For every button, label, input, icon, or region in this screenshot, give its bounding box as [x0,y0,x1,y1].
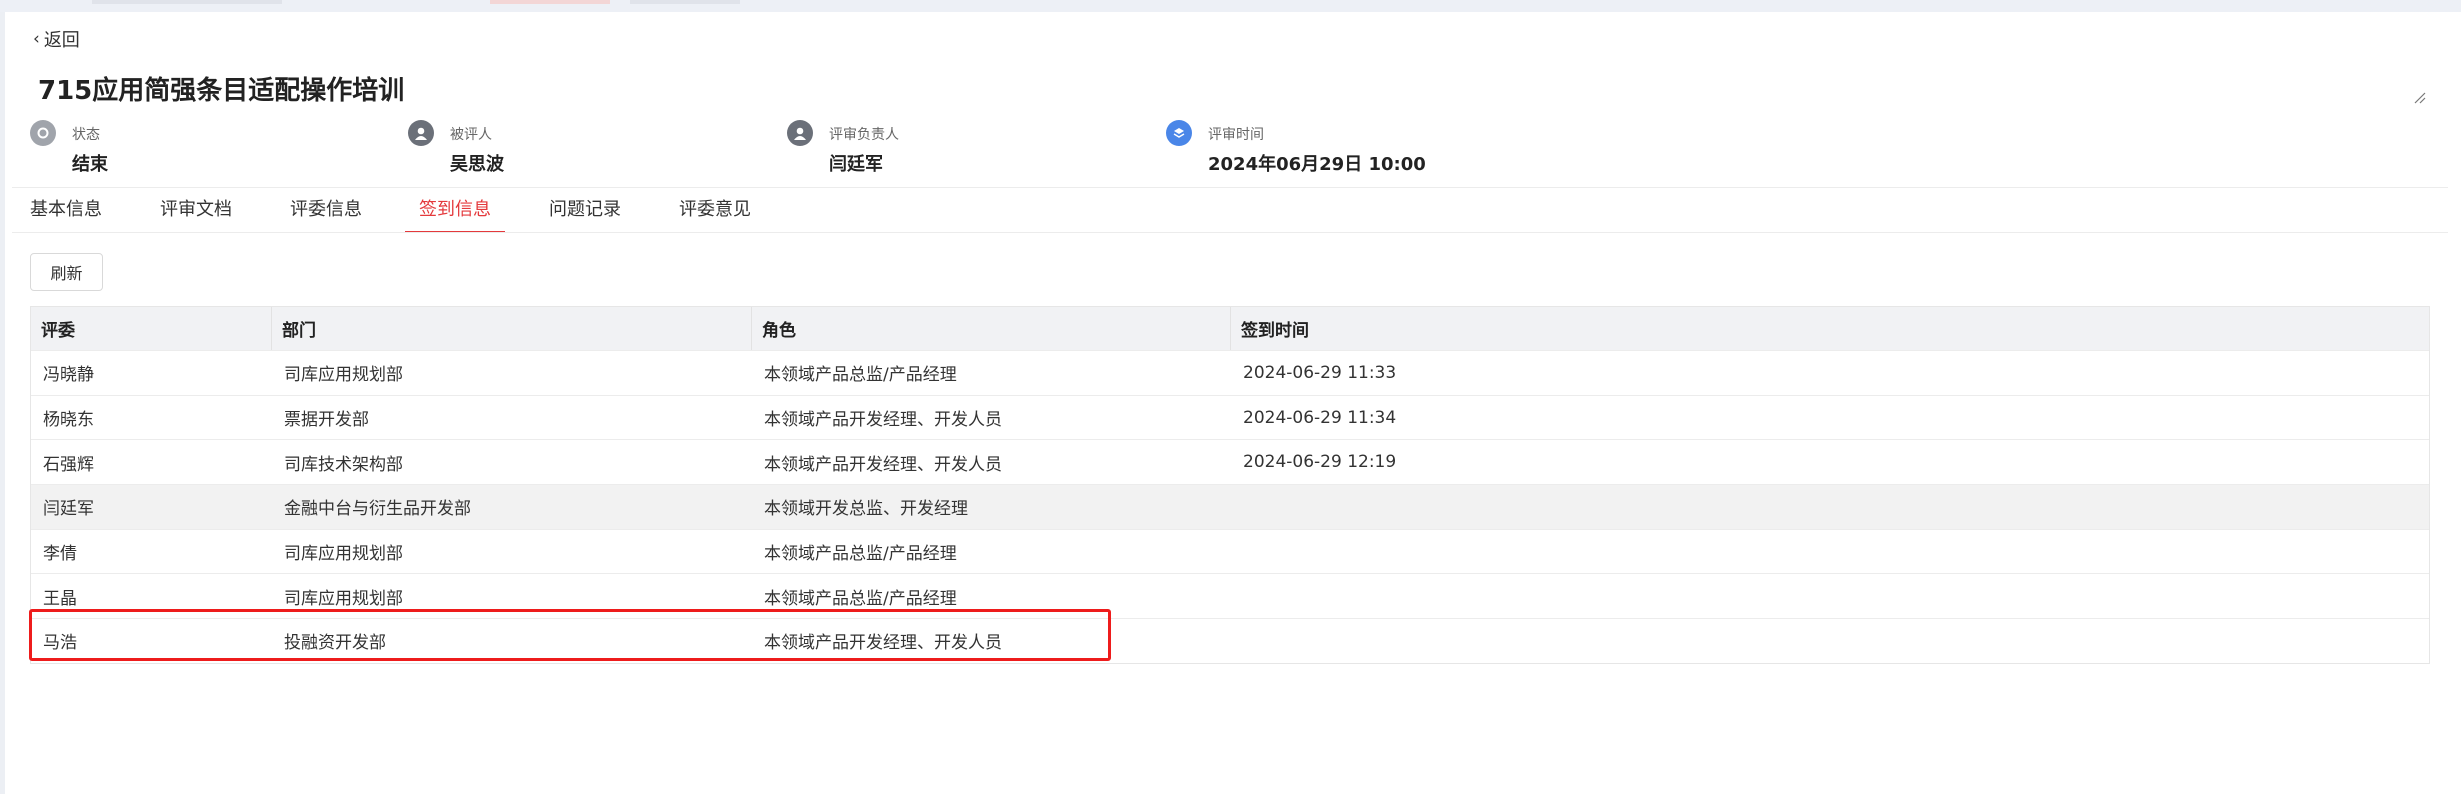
info-reviewee: 被评人 吴思波 [408,118,504,176]
chevron-left-icon: ‹ [33,28,40,49]
cell-role: 本领域产品总监/产品经理 [764,588,957,609]
table-row[interactable]: 马浩 投融资开发部 本领域产品开发经理、开发人员 [31,619,2429,663]
back-label: 返回 [43,30,80,51]
cell-role: 本领域产品开发经理、开发人员 [764,454,1002,475]
column-header-role[interactable]: 角色 [762,307,796,350]
cell-reviewer: 王晶 [43,588,77,609]
column-header-reviewer[interactable]: 评委 [41,307,75,350]
table-row[interactable]: 闫廷军 金融中台与衍生品开发部 本领域开发总监、开发经理 [31,485,2429,530]
info-value: 闫廷军 [829,154,883,175]
column-separator [271,307,272,350]
refresh-button[interactable]: 刷新 [30,253,103,291]
tab-bar: 基本信息 评审文档 评委信息 签到信息 问题记录 评委意见 [12,195,2448,233]
cell-signin-time: 2024-06-29 11:33 [1243,362,1397,383]
resize-handle-icon[interactable] [2414,92,2426,104]
cell-signin-time: 2024-06-29 11:34 [1243,407,1397,428]
info-label: 状态 [72,127,100,143]
tab-reviewer-info[interactable]: 评委信息 [290,195,362,231]
cell-reviewer: 冯晓静 [43,365,94,386]
tab-fragment [630,0,740,4]
info-label: 评审时间 [1208,127,1264,143]
cell-department: 投融资开发部 [284,633,386,654]
cell-reviewer: 闫廷军 [43,499,94,520]
page-title: 715应用简强条目适配操作培训 [38,76,405,106]
signin-table: 评委 部门 角色 签到时间 冯晓静 司库应用规划部 本领域产品总监/产品经理 2… [30,306,2430,664]
cell-reviewer: 马浩 [43,633,77,654]
user-icon [408,120,434,146]
cell-role: 本领域产品总监/产品经理 [764,365,957,386]
table-row[interactable]: 石强辉 司库技术架构部 本领域产品开发经理、开发人员 2024-06-29 12… [31,440,2429,486]
divider [12,187,2448,188]
cell-role: 本领域产品开发经理、开发人员 [764,410,1002,431]
cell-role: 本领域产品开发经理、开发人员 [764,633,1002,654]
tab-fragment [490,0,610,4]
table-row[interactable]: 杨晓东 票据开发部 本领域产品开发经理、开发人员 2024-06-29 11:3… [31,396,2429,441]
cell-role: 本领域产品总监/产品经理 [764,544,957,565]
table-row[interactable]: 冯晓静 司库应用规划部 本领域产品总监/产品经理 2024-06-29 11:3… [31,351,2429,396]
cell-department: 司库应用规划部 [284,588,403,609]
tab-fragment [92,0,282,4]
back-link[interactable]: ‹ 返回 [33,26,80,52]
cell-department: 司库技术架构部 [284,454,403,475]
info-review-time: 评审时间 2024年06月29日 10:00 [1166,118,1426,176]
table-row[interactable]: 李倩 司库应用规划部 本领域产品总监/产品经理 [31,530,2429,575]
info-value: 结束 [72,154,108,175]
layers-icon [1166,120,1192,146]
cell-department: 司库应用规划部 [284,544,403,565]
tab-signin-info[interactable]: 签到信息 [405,195,505,233]
tab-reviewer-opinions[interactable]: 评委意见 [679,195,751,231]
cell-department: 票据开发部 [284,410,369,431]
info-review-lead: 评审负责人 闫廷军 [787,118,899,176]
info-label: 评审负责人 [829,127,899,143]
browser-top-strip [0,0,2461,12]
cell-reviewer: 杨晓东 [43,410,94,431]
user-icon [787,120,813,146]
cell-role: 本领域开发总监、开发经理 [764,499,968,520]
cell-reviewer: 李倩 [43,544,77,565]
column-separator [1230,307,1231,350]
tab-basic-info[interactable]: 基本信息 [30,195,102,231]
left-edge [0,12,5,794]
tab-review-docs[interactable]: 评审文档 [160,195,232,231]
table-row[interactable]: 王晶 司库应用规划部 本领域产品总监/产品经理 [31,574,2429,620]
column-header-department[interactable]: 部门 [282,307,316,350]
column-header-signin-time[interactable]: 签到时间 [1241,307,1309,350]
column-separator [751,307,752,350]
info-status: 状态 结束 [30,118,108,176]
tab-issue-records[interactable]: 问题记录 [549,195,621,231]
cell-department: 金融中台与衍生品开发部 [284,499,471,520]
info-value: 2024年06月29日 10:00 [1208,154,1426,175]
cell-department: 司库应用规划部 [284,365,403,386]
info-value: 吴思波 [450,154,504,175]
info-label: 被评人 [450,127,492,143]
cell-signin-time: 2024-06-29 12:19 [1243,452,1397,473]
status-icon [30,120,56,146]
table-header: 评委 部门 角色 签到时间 [31,307,2429,351]
tab-divider [12,232,2448,233]
cell-reviewer: 石强辉 [43,454,94,475]
tab-label: 签到信息 [419,199,491,220]
